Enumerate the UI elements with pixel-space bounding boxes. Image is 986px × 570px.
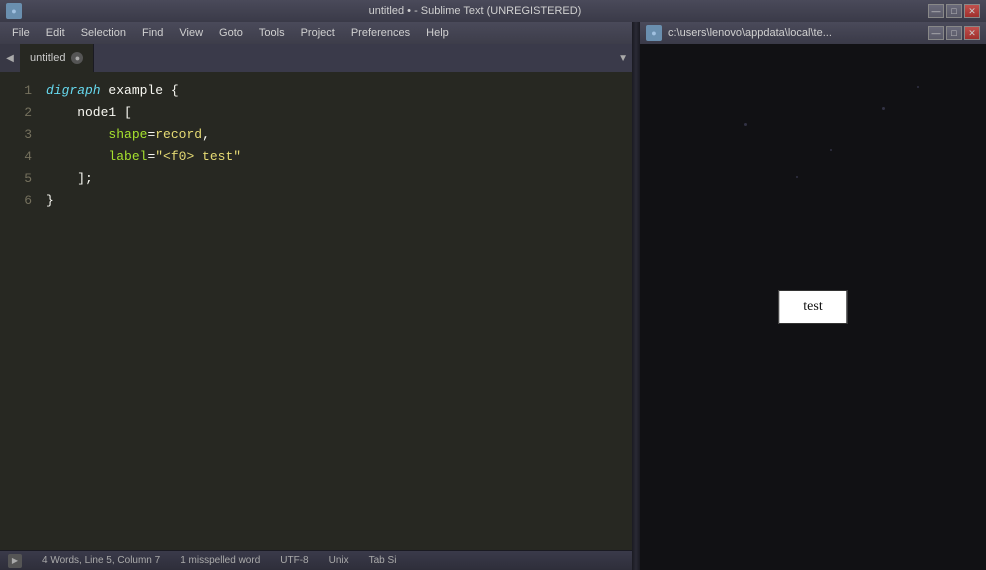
tab-dropdown-button[interactable]: ▼ bbox=[618, 53, 628, 64]
graph-node-label: test bbox=[803, 299, 822, 314]
menu-selection[interactable]: Selection bbox=[73, 25, 134, 41]
status-tab: Tab Si bbox=[369, 555, 397, 566]
tab-close-button[interactable]: ● bbox=[71, 52, 83, 64]
menu-view[interactable]: View bbox=[171, 25, 211, 41]
code-editor[interactable]: digraph example { node1 [ shape=record, … bbox=[40, 72, 632, 550]
line-number: 4 bbox=[0, 146, 32, 168]
menu-edit[interactable]: Edit bbox=[38, 25, 73, 41]
minimize-button[interactable]: — bbox=[928, 4, 944, 18]
editor-area[interactable]: 1 2 3 4 5 6 digraph example { node1 [ sh… bbox=[0, 72, 632, 550]
line-number: 2 bbox=[0, 102, 32, 124]
sublime-editor-panel: File Edit Selection Find View Goto Tools… bbox=[0, 22, 632, 570]
line-number: 1 bbox=[0, 80, 32, 102]
line-number: 3 bbox=[0, 124, 32, 146]
window-controls: — □ ✕ bbox=[928, 4, 980, 18]
preview-icon: ● bbox=[646, 25, 662, 41]
menu-goto[interactable]: Goto bbox=[211, 25, 251, 41]
line-number: 6 bbox=[0, 190, 32, 212]
noise bbox=[744, 123, 747, 126]
status-encoding: UTF-8 bbox=[280, 555, 308, 566]
preview-window-controls: — □ ✕ bbox=[928, 26, 980, 40]
preview-close-button[interactable]: ✕ bbox=[964, 26, 980, 40]
status-icon: ▶ bbox=[8, 554, 22, 568]
preview-content: test bbox=[640, 44, 986, 570]
noise bbox=[882, 107, 885, 110]
noise bbox=[917, 86, 919, 88]
window-title: untitled • - Sublime Text (UNREGISTERED) bbox=[28, 5, 922, 17]
menu-help[interactable]: Help bbox=[418, 25, 457, 41]
code-line-2: node1 [ bbox=[46, 102, 632, 124]
code-line-5: ]; bbox=[46, 168, 632, 190]
code-line-3: shape=record, bbox=[46, 124, 632, 146]
maximize-button[interactable]: □ bbox=[946, 4, 962, 18]
main-area: File Edit Selection Find View Goto Tools… bbox=[0, 22, 986, 570]
status-spelling: 1 misspelled word bbox=[180, 555, 260, 566]
title-bar: ● untitled • - Sublime Text (UNREGISTERE… bbox=[0, 0, 986, 22]
tab-label: untitled bbox=[30, 52, 65, 64]
graph-node: test bbox=[778, 290, 847, 324]
status-line-ending: Unix bbox=[329, 555, 349, 566]
code-line-6: } bbox=[46, 190, 632, 212]
code-line-1: digraph example { bbox=[46, 80, 632, 102]
code-line-4: label="<f0> test" bbox=[46, 146, 632, 168]
preview-panel: ● c:\users\lenovo\appdata\local\te... — … bbox=[640, 22, 986, 570]
line-number: 5 bbox=[0, 168, 32, 190]
menu-find[interactable]: Find bbox=[134, 25, 171, 41]
preview-maximize-button[interactable]: □ bbox=[946, 26, 962, 40]
tab-bar: ◀ untitled ● ▼ bbox=[0, 44, 632, 72]
menu-project[interactable]: Project bbox=[293, 25, 343, 41]
status-bar: ▶ 4 Words, Line 5, Column 7 1 misspelled… bbox=[0, 550, 632, 570]
preview-title: c:\users\lenovo\appdata\local\te... bbox=[668, 27, 922, 39]
line-numbers: 1 2 3 4 5 6 bbox=[0, 72, 40, 550]
menu-file[interactable]: File bbox=[4, 25, 38, 41]
tab-untitled[interactable]: untitled ● bbox=[20, 44, 94, 72]
close-button[interactable]: ✕ bbox=[964, 4, 980, 18]
panel-divider[interactable] bbox=[632, 22, 640, 570]
app-icon: ● bbox=[6, 3, 22, 19]
preview-title-bar: ● c:\users\lenovo\appdata\local\te... — … bbox=[640, 22, 986, 44]
noise bbox=[830, 149, 832, 151]
status-words: 4 Words, Line 5, Column 7 bbox=[42, 555, 160, 566]
tab-nav-left[interactable]: ◀ bbox=[0, 44, 20, 72]
preview-minimize-button[interactable]: — bbox=[928, 26, 944, 40]
menu-bar: File Edit Selection Find View Goto Tools… bbox=[0, 22, 632, 44]
menu-tools[interactable]: Tools bbox=[251, 25, 293, 41]
noise bbox=[796, 176, 798, 178]
menu-preferences[interactable]: Preferences bbox=[343, 25, 418, 41]
